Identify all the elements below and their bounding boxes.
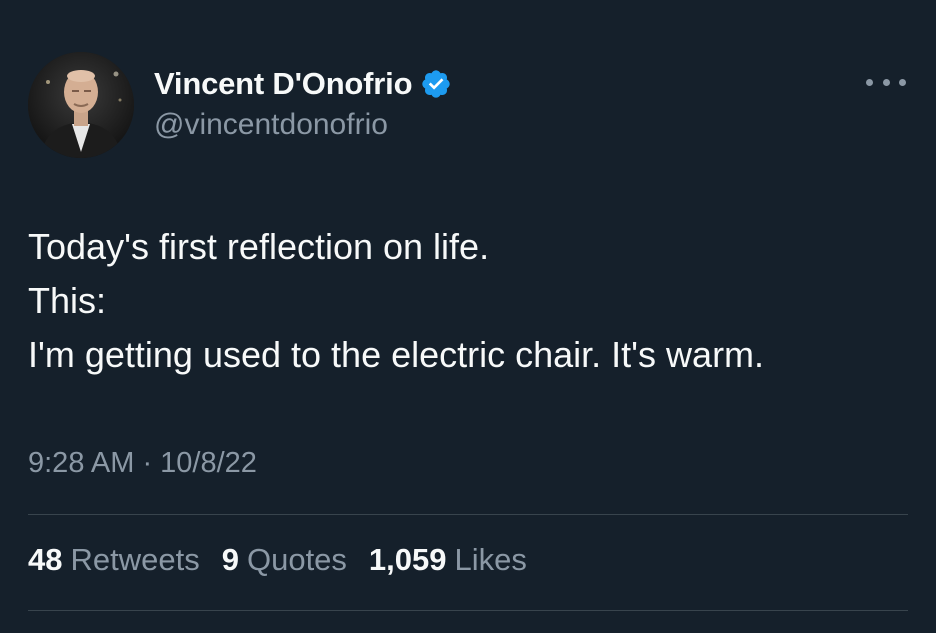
author-display-name[interactable]: Vincent D'Onofrio (154, 66, 413, 102)
retweets-count: 48 (28, 542, 63, 577)
tweet-timestamp[interactable]: 9:28 AM · 10/8/22 (28, 447, 257, 480)
likes-label: Likes (454, 542, 527, 577)
quotes-label: Quotes (246, 542, 347, 577)
tweet-text-line: This: (28, 280, 107, 321)
dot (866, 78, 873, 86)
verified-badge-icon (420, 68, 452, 100)
likes-stat[interactable]: 1,059 Likes (369, 542, 527, 578)
tweet-text-line: I'm getting used to the electric chair. … (28, 334, 765, 375)
tweet-card: Vincent D'Onofrio @vincentdonofrio Today… (0, 0, 936, 633)
tweet-text: Today's first reflection on life. This: … (28, 220, 908, 382)
dot (899, 78, 906, 86)
divider (28, 610, 908, 611)
avatar[interactable] (28, 52, 134, 158)
quotes-stat[interactable]: 9 Quotes (222, 542, 347, 578)
retweets-label: Retweets (70, 542, 200, 577)
quotes-count: 9 (221, 542, 239, 577)
likes-count: 1,059 (368, 542, 447, 577)
tweet-text-line: Today's first reflection on life. (28, 226, 490, 267)
divider (28, 514, 908, 515)
retweets-stat[interactable]: 48 Retweets (28, 542, 200, 578)
author-name-row: Vincent D'Onofrio (154, 62, 452, 106)
dot (882, 78, 890, 86)
engagement-stats: 48 Retweets 9 Quotes 1,059 Likes (28, 542, 549, 578)
author-handle[interactable]: @vincentdonofrio (154, 108, 388, 142)
more-options-icon[interactable] (866, 70, 906, 94)
avatar-photo (28, 52, 134, 158)
